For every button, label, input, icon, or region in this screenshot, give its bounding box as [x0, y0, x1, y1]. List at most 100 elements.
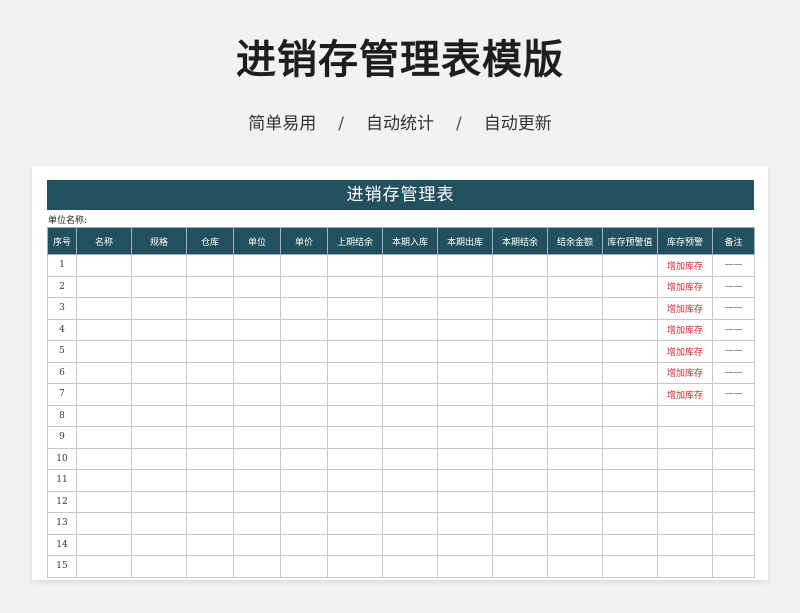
empty-cell[interactable] [280, 404, 328, 427]
empty-cell[interactable] [233, 383, 281, 406]
empty-cell[interactable] [233, 426, 281, 449]
stock-alert-cell[interactable] [657, 555, 713, 578]
empty-cell[interactable] [547, 533, 603, 556]
empty-cell[interactable] [131, 469, 187, 492]
empty-cell[interactable] [233, 297, 281, 320]
empty-cell[interactable] [186, 383, 234, 406]
empty-cell[interactable] [131, 275, 187, 298]
remark-cell[interactable] [712, 469, 755, 492]
empty-cell[interactable] [280, 318, 328, 341]
empty-cell[interactable] [492, 512, 548, 535]
empty-cell[interactable] [382, 469, 438, 492]
stock-alert-cell[interactable] [657, 469, 713, 492]
empty-cell[interactable] [547, 426, 603, 449]
empty-cell[interactable] [327, 533, 383, 556]
empty-cell[interactable] [327, 275, 383, 298]
empty-cell[interactable] [602, 533, 658, 556]
empty-cell[interactable] [382, 533, 438, 556]
empty-cell[interactable] [382, 447, 438, 470]
empty-cell[interactable] [233, 318, 281, 341]
empty-cell[interactable] [437, 555, 493, 578]
empty-cell[interactable] [327, 447, 383, 470]
empty-cell[interactable] [437, 426, 493, 449]
empty-cell[interactable] [233, 447, 281, 470]
empty-cell[interactable] [327, 490, 383, 513]
row-number-cell[interactable]: 9 [47, 426, 77, 449]
empty-cell[interactable] [492, 447, 548, 470]
empty-cell[interactable] [131, 297, 187, 320]
empty-cell[interactable] [602, 383, 658, 406]
empty-cell[interactable] [602, 555, 658, 578]
empty-cell[interactable] [382, 426, 438, 449]
empty-cell[interactable] [233, 512, 281, 535]
empty-cell[interactable] [280, 297, 328, 320]
empty-cell[interactable] [437, 297, 493, 320]
remark-cell[interactable] [712, 404, 755, 427]
empty-cell[interactable] [186, 533, 234, 556]
row-number-cell[interactable]: 8 [47, 404, 77, 427]
empty-cell[interactable] [382, 404, 438, 427]
stock-alert-cell[interactable] [657, 426, 713, 449]
empty-cell[interactable] [492, 469, 548, 492]
empty-cell[interactable] [382, 490, 438, 513]
empty-cell[interactable] [233, 469, 281, 492]
empty-cell[interactable] [492, 426, 548, 449]
empty-cell[interactable] [602, 361, 658, 384]
empty-cell[interactable] [327, 254, 383, 277]
empty-cell[interactable] [131, 490, 187, 513]
remark-cell[interactable]: —— [712, 254, 755, 277]
empty-cell[interactable] [492, 404, 548, 427]
empty-cell[interactable] [131, 340, 187, 363]
empty-cell[interactable] [76, 426, 132, 449]
stock-alert-cell[interactable]: 增加库存 [657, 383, 713, 406]
empty-cell[interactable] [382, 340, 438, 363]
empty-cell[interactable] [76, 361, 132, 384]
row-number-cell[interactable]: 5 [47, 340, 77, 363]
remark-cell[interactable] [712, 490, 755, 513]
remark-cell[interactable]: —— [712, 383, 755, 406]
empty-cell[interactable] [186, 275, 234, 298]
empty-cell[interactable] [76, 533, 132, 556]
empty-cell[interactable] [186, 297, 234, 320]
empty-cell[interactable] [437, 469, 493, 492]
empty-cell[interactable] [327, 426, 383, 449]
empty-cell[interactable] [492, 340, 548, 363]
empty-cell[interactable] [280, 490, 328, 513]
empty-cell[interactable] [437, 275, 493, 298]
empty-cell[interactable] [382, 555, 438, 578]
empty-cell[interactable] [547, 512, 603, 535]
empty-cell[interactable] [492, 297, 548, 320]
row-number-cell[interactable]: 2 [47, 275, 77, 298]
empty-cell[interactable] [602, 512, 658, 535]
empty-cell[interactable] [131, 533, 187, 556]
remark-cell[interactable]: —— [712, 275, 755, 298]
empty-cell[interactable] [76, 555, 132, 578]
empty-cell[interactable] [437, 404, 493, 427]
row-number-cell[interactable]: 14 [47, 533, 77, 556]
row-number-cell[interactable]: 7 [47, 383, 77, 406]
empty-cell[interactable] [547, 361, 603, 384]
empty-cell[interactable] [437, 383, 493, 406]
remark-cell[interactable] [712, 512, 755, 535]
empty-cell[interactable] [437, 318, 493, 341]
empty-cell[interactable] [547, 555, 603, 578]
remark-cell[interactable]: —— [712, 361, 755, 384]
remark-cell[interactable] [712, 447, 755, 470]
empty-cell[interactable] [327, 555, 383, 578]
empty-cell[interactable] [382, 297, 438, 320]
empty-cell[interactable] [492, 275, 548, 298]
empty-cell[interactable] [76, 297, 132, 320]
empty-cell[interactable] [131, 361, 187, 384]
empty-cell[interactable] [327, 383, 383, 406]
empty-cell[interactable] [327, 318, 383, 341]
empty-cell[interactable] [492, 490, 548, 513]
empty-cell[interactable] [186, 555, 234, 578]
empty-cell[interactable] [437, 490, 493, 513]
empty-cell[interactable] [233, 533, 281, 556]
empty-cell[interactable] [437, 361, 493, 384]
stock-alert-cell[interactable] [657, 447, 713, 470]
row-number-cell[interactable]: 10 [47, 447, 77, 470]
empty-cell[interactable] [547, 490, 603, 513]
empty-cell[interactable] [382, 383, 438, 406]
empty-cell[interactable] [602, 426, 658, 449]
